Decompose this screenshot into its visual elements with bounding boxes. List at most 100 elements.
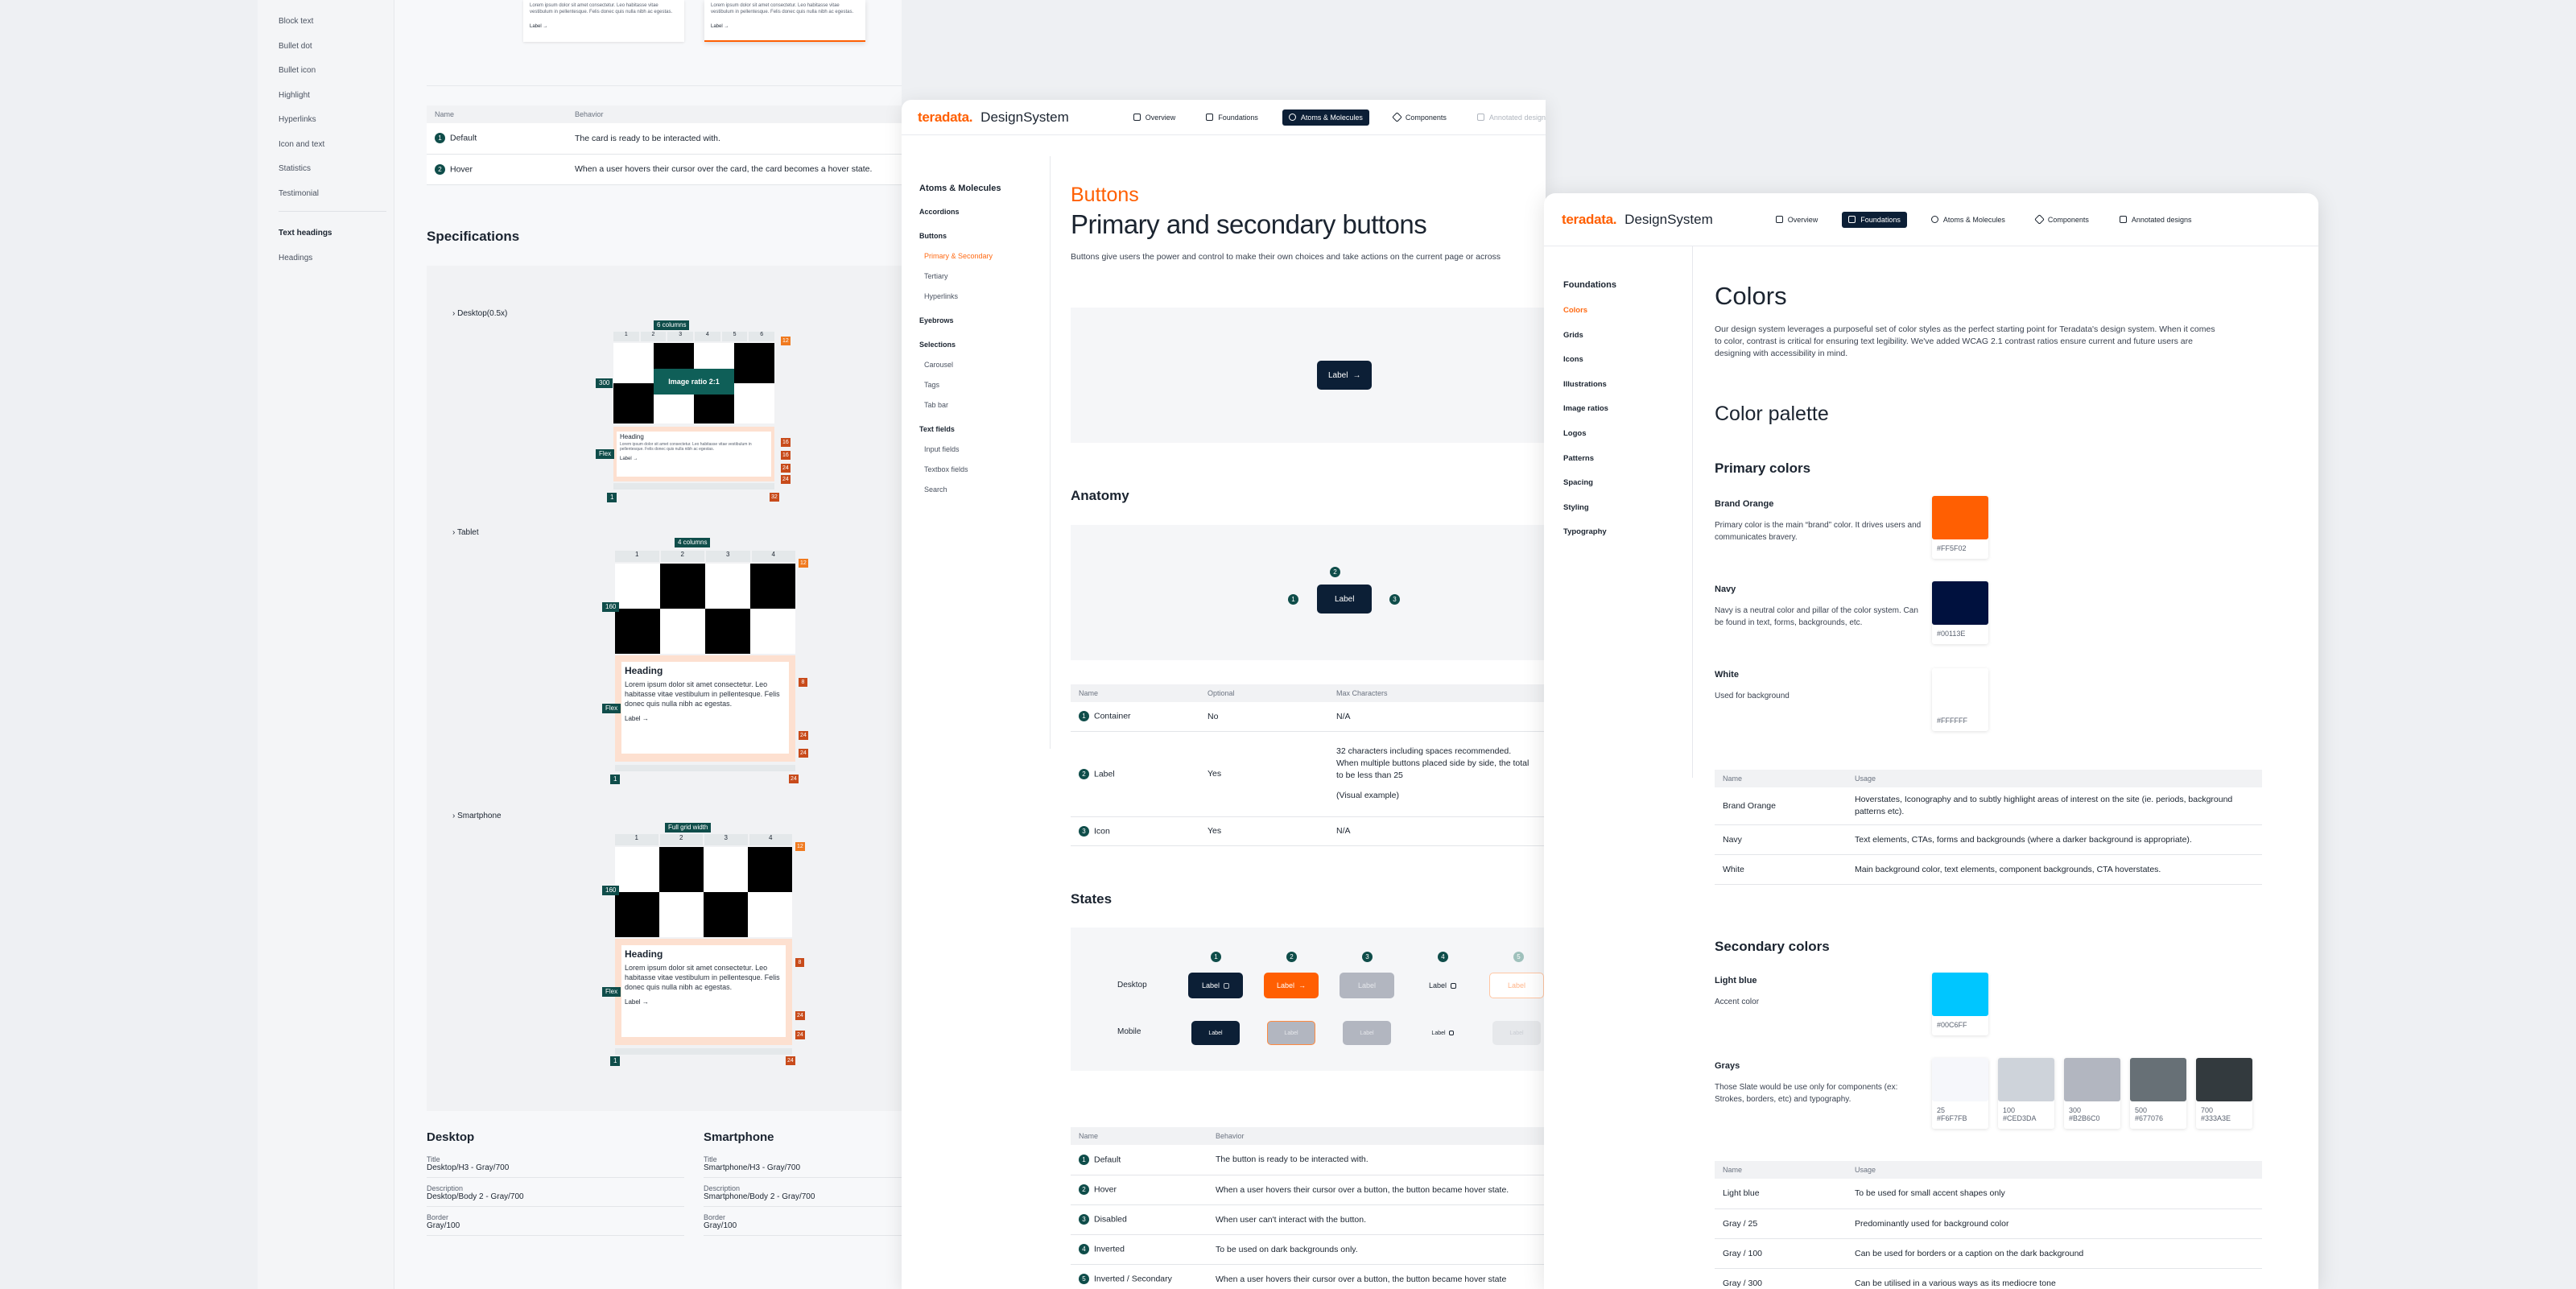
marker-badge: 5 <box>1079 1274 1089 1284</box>
brand-logo[interactable]: teradata. <box>1562 212 1616 228</box>
swatch-hex: #00C6FF <box>1937 1021 1967 1029</box>
sidebar-item-tab-bar[interactable]: Tab bar <box>919 401 1048 425</box>
table-row: 3 Disabled When user can't interact with t… <box>1071 1204 1546 1235</box>
sidebar-item-illustrations[interactable]: Illustrations <box>1563 380 1684 405</box>
buttons-page-window: teradata. DesignSystem Overview Foundati… <box>902 100 1546 1289</box>
nav-annotated-designs[interactable]: Annotated designs <box>1471 109 1546 126</box>
card-link[interactable]: Label → <box>621 713 789 724</box>
swatch-card[interactable]: 500 #677076 <box>2130 1058 2186 1129</box>
state-button-inverted-secondary-mobile[interactable]: Label <box>1492 1021 1541 1045</box>
card-link[interactable]: Label → <box>617 455 771 463</box>
state-button-inverted-mobile[interactable]: Label <box>1418 1021 1467 1045</box>
sidebar-section-title[interactable]: Text headings <box>279 221 391 246</box>
spacing-tag: 24 <box>799 749 808 758</box>
card-link-label: Label <box>625 715 641 723</box>
sidebar-item-grids[interactable]: Grids <box>1563 331 1684 356</box>
nav-overview[interactable]: Overview <box>1769 212 1825 228</box>
swatch-card[interactable]: #FFFFFF <box>1932 668 1988 731</box>
swatch-card[interactable]: #FF5F02 <box>1932 496 1988 559</box>
state-button-default[interactable]: Label <box>1188 973 1243 998</box>
sidebar-item-accordions[interactable]: Accordions <box>919 208 1048 232</box>
nav-atoms-molecules[interactable]: Atoms & Molecules <box>1282 109 1369 126</box>
nav-components[interactable]: Components <box>2029 212 2095 228</box>
nav-label: Components <box>2047 215 2089 224</box>
sidebar-item[interactable]: Statistics <box>279 157 391 182</box>
demo-primary-button[interactable]: Label → <box>1317 361 1373 390</box>
spec-title: Specifications <box>427 229 520 244</box>
sidebar-item-colors[interactable]: Colors <box>1563 306 1684 331</box>
sidebar-item-textbox-fields[interactable]: Textbox fields <box>919 465 1048 485</box>
state-button-hover[interactable]: Label → <box>1264 973 1319 998</box>
swatch-card[interactable]: 700 #333A3E <box>2196 1058 2252 1129</box>
nav-components[interactable]: Components <box>1387 109 1453 126</box>
card-link-label: Label <box>620 457 632 461</box>
sidebar-item[interactable]: Icon and text <box>279 133 391 158</box>
sidebar-item[interactable]: Bullet icon <box>279 59 391 84</box>
card-link[interactable]: Label → <box>704 21 865 32</box>
sidebar-item-text-fields[interactable]: Text fields <box>919 425 1048 445</box>
sidebar-item[interactable]: Block text <box>279 10 391 35</box>
color-swatch <box>1998 1058 2054 1101</box>
sidebar-item-image-ratios[interactable]: Image ratios <box>1563 404 1684 429</box>
sidebar-item-headings[interactable]: Headings <box>279 246 391 271</box>
cell-optional: No <box>1199 702 1328 732</box>
card-link[interactable]: Label → <box>523 21 684 32</box>
col-number: 3 <box>667 332 694 341</box>
swatch-card[interactable]: #00113E <box>1932 581 1988 644</box>
sidebar-item-carousel[interactable]: Carousel <box>919 361 1048 381</box>
sidebar-item[interactable]: Bullet dot <box>279 35 391 60</box>
visual-example-link[interactable]: (Visual example) <box>1336 790 1546 802</box>
swatch-card[interactable]: 100 #CED3DA <box>1998 1058 2054 1129</box>
state-button-inverted-secondary[interactable]: Label <box>1489 973 1544 998</box>
sidebar-item-buttons[interactable]: Buttons <box>919 232 1048 252</box>
table-row: 2 Label Yes 32 characters including spaces … <box>1071 731 1546 817</box>
nav-atoms-molecules[interactable]: Atoms & Molecules <box>1925 212 2012 228</box>
sidebar-item[interactable]: Testimonial <box>279 182 391 207</box>
sidebar-item-icons[interactable]: Icons <box>1563 355 1684 380</box>
col-number: 3 <box>704 834 748 845</box>
sidebar-item[interactable]: Hyperlinks <box>279 108 391 133</box>
card-link[interactable]: Label → <box>621 997 786 1007</box>
swatch-shade: 300 <box>2069 1106 2082 1114</box>
state-button-inverted[interactable]: Label <box>1415 973 1470 998</box>
sidebar-item-primary-secondary[interactable]: Primary & Secondary <box>919 252 1048 272</box>
secondary-title: Secondary colors <box>1715 939 1830 954</box>
sidebar-item-patterns[interactable]: Patterns <box>1563 454 1684 479</box>
sidebar-item-eyebrows[interactable]: Eyebrows <box>919 316 1048 341</box>
spec-section-label[interactable]: › Smartphone <box>452 812 502 820</box>
spacing-tag: 8 <box>799 678 807 687</box>
image-ratio-badge: Image ratio 2:1 <box>654 369 734 395</box>
sidebar-item-input-fields[interactable]: Input fields <box>919 445 1048 465</box>
nav-foundations[interactable]: Foundations <box>1842 211 1907 228</box>
state-button-default-mobile[interactable]: Label <box>1191 1021 1240 1045</box>
cell-name: White <box>1715 854 1847 885</box>
spec-tablet: 4 columns 1 2 3 4 160 Heading Lorem ipsu… <box>602 538 808 787</box>
spec-section-label[interactable]: › Desktop(0.5x) <box>452 309 507 318</box>
swatch-card[interactable]: #00C6FF <box>1932 973 1988 1035</box>
sidebar-item-spacing[interactable]: Spacing <box>1563 478 1684 503</box>
card-link-label: Label <box>625 998 641 1006</box>
sidebar-item-search[interactable]: Search <box>919 485 1048 506</box>
nav-overview[interactable]: Overview <box>1127 109 1183 126</box>
color-swatch <box>2130 1058 2186 1101</box>
sidebar-item-logos[interactable]: Logos <box>1563 429 1684 454</box>
nav-foundations[interactable]: Foundations <box>1199 109 1265 126</box>
swatch-card[interactable]: 25 #F6F7FB <box>1932 1058 1988 1129</box>
nav-annotated-designs[interactable]: Annotated designs <box>2113 212 2198 228</box>
sidebar-item-typography[interactable]: Typography <box>1563 527 1684 552</box>
brand-logo[interactable]: teradata. <box>918 109 972 126</box>
sidebar-item-tags[interactable]: Tags <box>919 381 1048 401</box>
swatch-card[interactable]: 300 #B2B6C0 <box>2064 1058 2120 1129</box>
spec-section-label-text: Smartphone <box>457 812 502 820</box>
sidebar-item[interactable]: Highlight <box>279 84 391 109</box>
nav-label: Components <box>1405 113 1447 122</box>
sidebar-item-selections[interactable]: Selections <box>919 341 1048 361</box>
sidebar-item-styling[interactable]: Styling <box>1563 503 1684 528</box>
spec-section-label[interactable]: › Tablet <box>452 528 479 537</box>
sidebar-item-hyperlinks[interactable]: Hyperlinks <box>919 292 1048 316</box>
cell-behavior: To be used on dark backgrounds only. <box>1208 1234 1546 1265</box>
bottom-left-tag: 1 <box>610 775 621 784</box>
state-button-hover-mobile[interactable]: Label <box>1267 1021 1315 1045</box>
sidebar-item-tertiary[interactable]: Tertiary <box>919 272 1048 292</box>
bottom-right-tag: 24 <box>786 1056 795 1065</box>
